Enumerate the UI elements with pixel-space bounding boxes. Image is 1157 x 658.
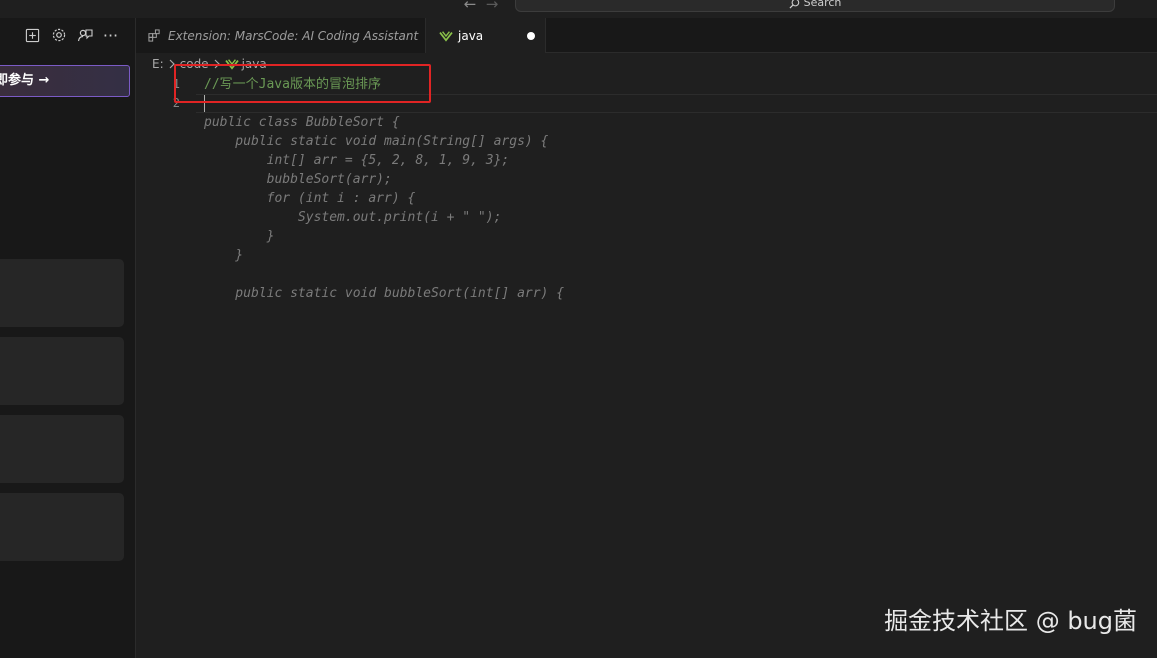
ai-suggestion-line: int[] arr = {5, 2, 8, 1, 9, 3};	[204, 153, 510, 168]
tab-extension-marscode[interactable]: Extension: MarsCode: AI Coding Assistant	[136, 18, 426, 53]
feedback-icon[interactable]	[76, 27, 93, 44]
ai-suggestion-line: for (int i : arr) {	[204, 191, 416, 206]
sidebar-card[interactable]	[0, 259, 124, 327]
ai-suggestion-line: public static void main(String[] args) {	[204, 134, 549, 149]
more-icon[interactable]: ···	[102, 26, 119, 45]
watermark: 掘金技术社区 @ bug菌	[884, 607, 1137, 635]
ai-suggestion-line: public static void bubbleSort(int[] arr)…	[204, 286, 565, 301]
tab-label: Extension: MarsCode: AI Coding Assistant	[168, 28, 419, 43]
java-icon	[439, 30, 453, 42]
sidebar-card[interactable]	[0, 493, 124, 561]
sidebar-card[interactable]	[0, 415, 124, 483]
join-button[interactable]: 即参与 →	[0, 65, 130, 97]
search-icon	[789, 0, 799, 9]
new-file-icon[interactable]	[24, 27, 41, 44]
code-editor[interactable]: 1 2 //写一个Java版本的冒泡排序 public class Bubble…	[136, 72, 1157, 658]
title-bar: ← → Search	[0, 0, 1157, 18]
breadcrumb-drive[interactable]: E:	[152, 57, 164, 71]
ai-suggestion-line: System.out.print(i + " ");	[204, 210, 502, 225]
search-placeholder: Search	[803, 0, 842, 9]
tab-java[interactable]: java	[426, 18, 546, 53]
forward-arrow-icon[interactable]: →	[481, 0, 503, 13]
tab-label: java	[458, 28, 484, 43]
ai-suggestion-line: public class BubbleSort {	[204, 115, 400, 130]
navigation-arrows: ← →	[459, 0, 509, 13]
sidebar-panel: ··· 即参与 →	[0, 18, 136, 658]
settings-icon[interactable]	[50, 27, 67, 44]
command-search-box[interactable]: Search	[515, 0, 1115, 12]
sidebar-card[interactable]	[0, 337, 124, 405]
ai-suggestion-line: }	[204, 229, 275, 244]
ai-suggestion-line: }	[204, 248, 244, 263]
vscode-window: ← → Search ··· 即参与 → Extension: MarsCode…	[0, 0, 1157, 658]
ai-suggestion-line: bubbleSort(arr);	[204, 172, 392, 187]
editor-tab-bar: Extension: MarsCode: AI Coding Assistant…	[136, 18, 1157, 53]
extension-icon	[148, 29, 161, 42]
back-arrow-icon[interactable]: ←	[459, 0, 481, 13]
sidebar-actions: ···	[24, 25, 119, 45]
unsaved-dot-icon[interactable]	[527, 32, 535, 40]
annotation-highlight-box	[174, 64, 431, 103]
